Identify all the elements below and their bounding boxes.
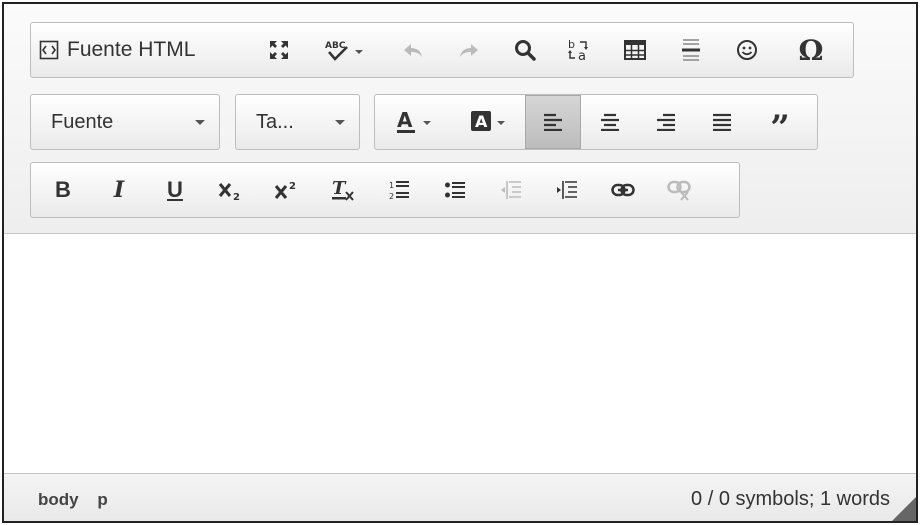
remove-format-button[interactable]: T xyxy=(321,163,365,217)
align-right-button[interactable] xyxy=(641,95,691,149)
svg-text:2: 2 xyxy=(233,192,240,201)
find-icon xyxy=(513,38,537,62)
undo-button[interactable] xyxy=(393,23,433,77)
align-center-button[interactable] xyxy=(585,95,635,149)
chevron-down-icon xyxy=(195,120,205,125)
replace-button[interactable]: ba xyxy=(559,23,599,77)
find-button[interactable] xyxy=(505,23,545,77)
justify-icon xyxy=(712,113,732,131)
svg-text:A: A xyxy=(397,108,413,132)
redo-button[interactable] xyxy=(449,23,489,77)
svg-text:a: a xyxy=(578,49,586,63)
unlink-button[interactable] xyxy=(657,163,701,217)
blockquote-button[interactable]: ” xyxy=(755,95,805,149)
svg-text:b: b xyxy=(568,38,575,51)
align-center-icon xyxy=(600,113,620,131)
spellcheck-icon: ABC xyxy=(323,38,367,62)
svg-text:ABC: ABC xyxy=(325,41,346,51)
element-path: body p xyxy=(38,490,122,510)
font-size-value: Ta... xyxy=(256,110,294,133)
editor-status-bar: body p 0 / 0 symbols; 1 words xyxy=(4,473,916,521)
table-icon xyxy=(624,40,646,60)
link-button[interactable] xyxy=(601,163,645,217)
font-family-value: Fuente xyxy=(51,110,114,133)
underline-icon: U xyxy=(167,177,183,202)
chevron-down-icon xyxy=(335,120,345,125)
subscript-button[interactable]: 2 xyxy=(209,163,253,217)
indent-icon xyxy=(556,180,578,200)
superscript-icon: 2 xyxy=(274,179,300,201)
spellcheck-button[interactable]: ABC xyxy=(317,23,373,77)
toolbar-group-basic-styles: B I U 2 2 T 12 xyxy=(30,162,740,218)
resize-handle-icon[interactable] xyxy=(892,497,916,521)
bulleted-list-icon xyxy=(444,180,466,200)
toolbar-group-document: Fuente HTML ABC ba Ω xyxy=(30,22,854,78)
justify-button[interactable] xyxy=(697,95,747,149)
maximize-icon xyxy=(268,39,290,61)
align-left-button[interactable] xyxy=(525,95,581,149)
smiley-icon xyxy=(736,39,758,61)
font-size-select[interactable]: Ta... xyxy=(235,94,360,150)
emoji-button[interactable] xyxy=(727,23,767,77)
svg-text:A: A xyxy=(475,112,488,131)
outdent-icon xyxy=(500,180,522,200)
italic-button[interactable]: I xyxy=(97,163,141,217)
underline-button[interactable]: U xyxy=(153,163,197,217)
undo-icon xyxy=(402,40,424,60)
align-right-icon xyxy=(656,113,676,131)
path-item-body[interactable]: body xyxy=(38,490,79,509)
editor-content-area[interactable] xyxy=(4,234,916,472)
unlink-icon xyxy=(667,179,691,201)
maximize-button[interactable] xyxy=(259,23,299,77)
bold-button[interactable]: B xyxy=(41,163,85,217)
svg-text:2: 2 xyxy=(389,192,394,201)
text-color-icon: A xyxy=(395,108,439,136)
bold-icon: B xyxy=(55,177,71,202)
svg-text:1: 1 xyxy=(389,181,394,190)
special-char-icon: Ω xyxy=(798,33,824,67)
table-button[interactable] xyxy=(615,23,655,77)
special-char-button[interactable]: Ω xyxy=(783,23,839,77)
bulleted-list-button[interactable] xyxy=(433,163,477,217)
horizontal-rule-icon xyxy=(681,38,701,62)
editor-toolbar: Fuente HTML ABC ba Ω Fuente Ta... A A ” … xyxy=(4,4,916,234)
outdent-button[interactable] xyxy=(489,163,533,217)
background-color-button[interactable]: A xyxy=(459,95,523,149)
rich-text-editor: Fuente HTML ABC ba Ω Fuente Ta... A A ” … xyxy=(2,2,918,523)
toolbar-group-colors-align: A A ” xyxy=(374,94,818,150)
italic-icon: I xyxy=(113,177,125,203)
horizontal-rule-button[interactable] xyxy=(671,23,711,77)
blockquote-icon: ” xyxy=(770,108,790,148)
remove-format-icon: T xyxy=(330,178,356,202)
svg-text:2: 2 xyxy=(289,181,296,192)
link-icon xyxy=(611,182,635,198)
numbered-list-button[interactable]: 12 xyxy=(377,163,421,217)
path-item-p[interactable]: p xyxy=(97,490,107,509)
word-count: 0 / 0 symbols; 1 words xyxy=(691,488,890,510)
source-icon xyxy=(39,40,59,60)
background-color-icon: A xyxy=(469,108,513,136)
font-family-select[interactable]: Fuente xyxy=(30,94,220,150)
svg-text:T: T xyxy=(332,178,347,199)
redo-icon xyxy=(458,40,480,60)
replace-icon: ba xyxy=(566,37,592,63)
source-html-button[interactable]: Fuente HTML xyxy=(39,23,244,77)
text-color-button[interactable]: A xyxy=(385,95,449,149)
indent-button[interactable] xyxy=(545,163,589,217)
align-left-icon xyxy=(543,113,563,131)
source-html-label: Fuente HTML xyxy=(67,38,196,61)
subscript-icon: 2 xyxy=(218,179,244,201)
superscript-button[interactable]: 2 xyxy=(265,163,309,217)
numbered-list-icon: 12 xyxy=(388,179,410,201)
